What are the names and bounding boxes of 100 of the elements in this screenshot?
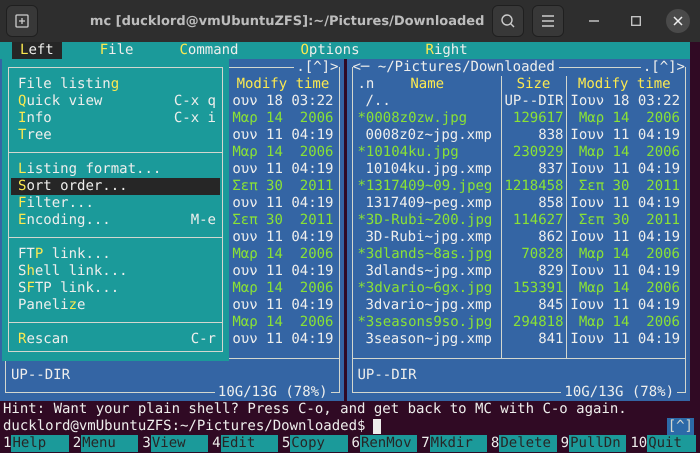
table-cell-text: ουν 11 04:19 [231, 229, 334, 246]
scroll-marker: [^] [666, 418, 694, 435]
table-cell-text: Μαρ 14 2006 [578, 280, 681, 297]
function-key-number: 4 [212, 435, 221, 452]
column-header[interactable]: Modify time [230, 76, 336, 93]
menu-item[interactable]: Encoding... M-e [11, 212, 220, 229]
column-header[interactable]: Size [502, 76, 566, 93]
function-key-number: 1 [3, 435, 12, 452]
function-key-button[interactable]: View [150, 435, 208, 452]
sort-marker[interactable]: .n [358, 76, 374, 93]
menu-item[interactable]: Tree [11, 127, 220, 144]
table-cell-text: Ιουν 18 03:22 [569, 93, 681, 110]
column-header[interactable]: Modify time [566, 76, 682, 93]
table-cell-text: 230929 [512, 144, 564, 161]
table-cell-text: ουν 11 04:19 [231, 297, 334, 314]
new-tab-icon [14, 13, 30, 29]
table-cell-text: Σεπ 30 2011 [231, 178, 334, 195]
window-title: mc [ducklord@vmUbuntuZFS]:~/Pictures/Downloaded [88, 14, 484, 28]
function-key-button[interactable]: Mkdir [430, 435, 487, 452]
table-cell-text: Μαρ 14 2006 [578, 246, 681, 263]
table-cell-text: 3dvario~jpg.xmp [364, 297, 493, 314]
table-cell-text: *3dvario~6gx.jpg [356, 280, 494, 297]
table-cell-text: Ιουν 11 04:19 [569, 127, 681, 144]
function-key-number: 2 [72, 435, 82, 452]
close-button[interactable] [666, 9, 690, 33]
shell-prompt: ducklord@vmUbuntuZFS:~/Pictures/Downloaded$ [3, 418, 366, 435]
table-cell-text: 0008z0z~jpg.xmp [364, 127, 493, 144]
function-key-number: 5 [282, 435, 290, 452]
menu-item[interactable]: Sort order... [11, 178, 220, 195]
table-cell-text: 837 [537, 161, 564, 178]
table-cell-text: 153391 [512, 280, 564, 297]
menu-item[interactable]: Info C-x i [11, 110, 220, 127]
menu-item[interactable]: Panelize [11, 297, 220, 314]
table-cell-text: *10104ku.jpg [356, 144, 460, 161]
table-cell-text: 294818 [512, 314, 564, 331]
table-cell-text: Ιουν 11 04:19 [569, 331, 681, 348]
disk-usage: 10G/13G (78%) [214, 384, 330, 401]
table-cell-text: 3D-Rubi~jpg.xmp [364, 229, 493, 246]
table-cell-text: Ιουν 11 04:19 [569, 263, 681, 280]
column-header[interactable]: Name [410, 76, 444, 93]
table-cell-text: 1317409~peg.xmp [364, 195, 493, 212]
menu-bar-item[interactable]: Options [292, 42, 368, 59]
minimize-icon [589, 20, 600, 22]
menu-bar-item[interactable]: File [92, 42, 142, 59]
menu-bar-item[interactable]: Left [12, 42, 62, 59]
table-cell-text: *1317409~09.jpeg [356, 178, 494, 195]
table-cell-text: *3seasons9so.jpg [356, 314, 494, 331]
table-cell-text: ουν 11 04:19 [231, 161, 334, 178]
function-key-number: 6 [352, 435, 360, 452]
table-cell-text: 3dlands~jpg.xmp [364, 263, 493, 280]
table-cell-text: 70828 [520, 246, 564, 263]
table-cell-text: Μαρ 14 2006 [578, 144, 681, 161]
menu-item[interactable]: Shell link... [11, 263, 220, 280]
menu-bar-item[interactable]: Command [171, 42, 246, 59]
function-key-button[interactable]: Copy [290, 435, 348, 452]
function-key-button[interactable]: Delete [499, 435, 557, 452]
table-cell-text: /.. [364, 93, 392, 110]
menu-button[interactable] [532, 5, 564, 37]
table-cell-text: 829 [537, 263, 564, 280]
menu-item[interactable]: Rescan C-r [11, 331, 220, 348]
table-cell-text: Ιουν 11 04:19 [569, 161, 681, 178]
menu-item[interactable]: Quick view C-x q [11, 93, 220, 110]
panel-header-marker: .[^]> [640, 59, 685, 76]
table-cell-text: Ιουν 11 04:19 [569, 195, 681, 212]
table-cell-text: 838 [537, 127, 564, 144]
menu-item[interactable]: SFTP link... [11, 280, 220, 297]
table-cell-text: Μαρ 14 2006 [231, 314, 334, 331]
table-cell-text: Ιουν 11 04:19 [569, 297, 681, 314]
table-cell-text: Σεπ 30 2011 [578, 212, 681, 229]
table-cell-text: Μαρ 14 2006 [578, 314, 681, 331]
table-cell-text: Μαρ 14 2006 [231, 110, 334, 127]
mini-status: UP--DIR [10, 367, 72, 384]
function-key-button[interactable]: RenMov [360, 435, 418, 452]
menu-item[interactable]: FTP link... [11, 246, 220, 263]
search-icon [500, 13, 516, 29]
function-key-button[interactable]: Menu [81, 435, 138, 452]
table-cell-text: 10104ku.jpg.xmp [364, 161, 493, 178]
search-button[interactable] [492, 5, 524, 37]
menu-item[interactable]: Listing format... [11, 161, 220, 178]
table-cell-text: Σεπ 30 2011 [231, 212, 334, 229]
menu-icon [541, 15, 556, 27]
close-icon [673, 16, 684, 26]
function-key-button[interactable]: Edit [220, 435, 278, 452]
table-cell-text: Ιουν 11 04:19 [569, 229, 681, 246]
function-key-button[interactable]: Help [11, 435, 69, 452]
menu-item[interactable]: Filter... [11, 195, 220, 212]
menu-item[interactable]: File listing [11, 76, 220, 93]
table-cell-text: 845 [537, 297, 564, 314]
table-cell-text: Μαρ 14 2006 [578, 110, 681, 127]
menu-bar-item[interactable]: Right [418, 42, 476, 59]
table-cell-text: 1218458 [503, 178, 564, 195]
maximize-icon [631, 16, 642, 26]
table-cell-text: 858 [537, 195, 564, 212]
function-key-button[interactable]: PullDn [569, 435, 626, 452]
function-key-number: 7 [421, 435, 430, 452]
table-cell-text: *3D-Rubi~200.jpg [356, 212, 494, 229]
table-cell-text: 114627 [512, 212, 564, 229]
new-tab-button[interactable] [6, 5, 38, 37]
mini-status: UP--DIR [356, 367, 418, 384]
function-key-button[interactable]: Quit [647, 435, 696, 452]
